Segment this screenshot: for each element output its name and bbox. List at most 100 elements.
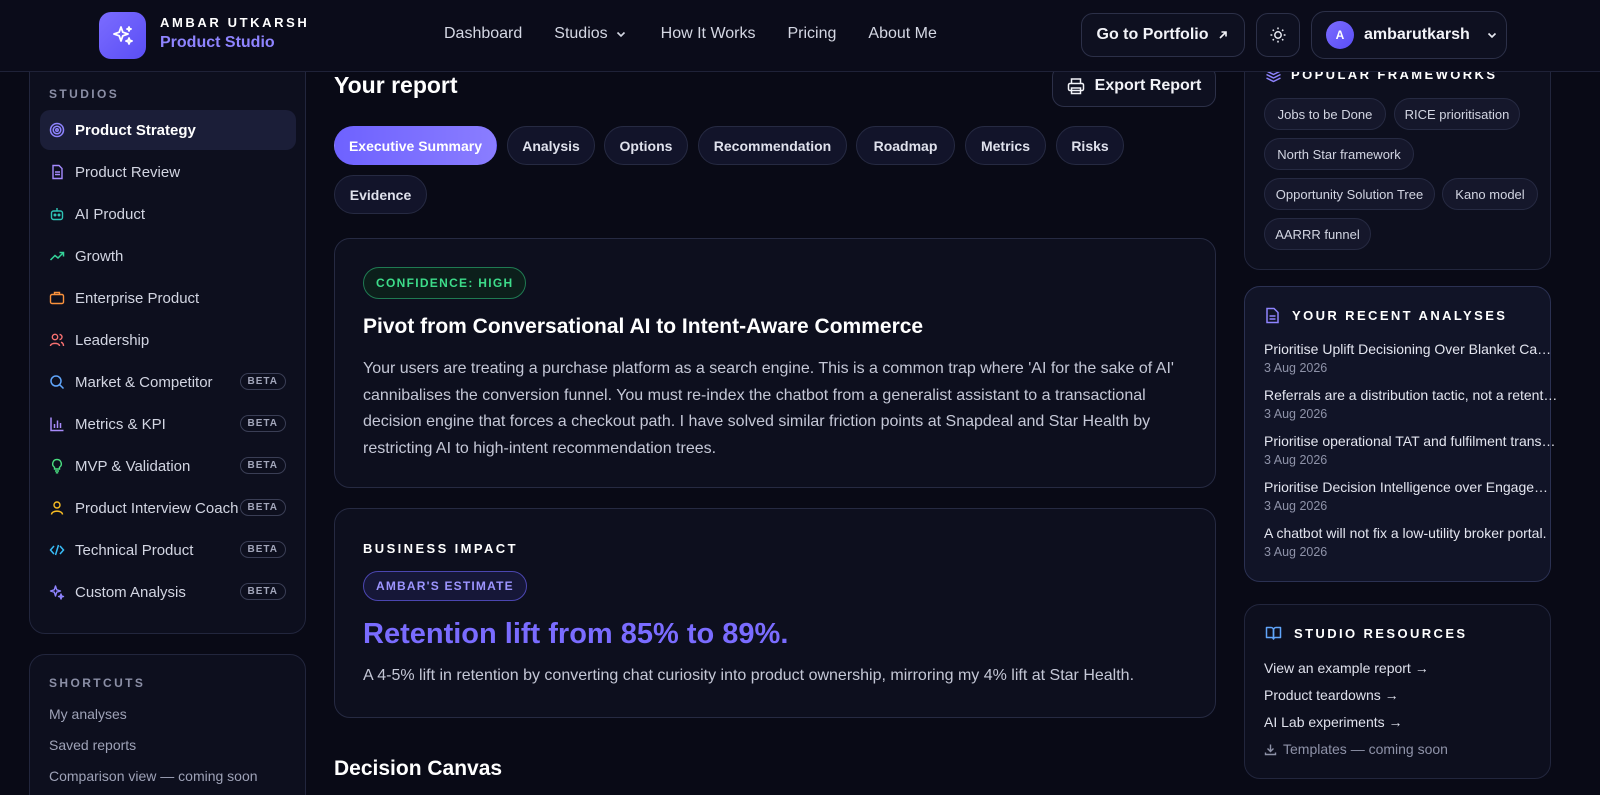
recent-analysis-title[interactable]: Prioritise Uplift Decisioning Over Blank… (1264, 341, 1558, 357)
recent-analyses-panel: YOUR RECENT ANALYSES Prioritise Uplift D… (1244, 286, 1558, 582)
resource-templates-coming-soon: Templates — coming soon (1264, 741, 1448, 757)
logo[interactable] (99, 12, 146, 59)
brand-name: AMBAR UTKARSH (160, 15, 310, 30)
go-to-portfolio-button[interactable]: Go to Portfolio (1081, 13, 1245, 57)
tab-analysis[interactable]: Analysis (507, 126, 595, 165)
beta-badge: BETA (239, 415, 286, 432)
sidebar-item-label: Growth (75, 247, 124, 265)
framework-pill[interactable]: Jobs to be Done (1264, 98, 1386, 130)
framework-pill[interactable]: AARRR funnel (1264, 218, 1371, 250)
sidebar-item-label: Enterprise Product (75, 289, 200, 307)
recent-analysis-date: 3 Aug 2026 (1264, 361, 1328, 375)
nav-how-it-works[interactable]: How It Works (661, 25, 756, 43)
brand-subtitle: Product Studio (160, 34, 275, 51)
decision-canvas-title: Decision Canvas (334, 757, 503, 780)
business-impact-card: BUSINESS IMPACT AMBAR'S ESTIMATE Retenti… (334, 508, 1216, 718)
bar-chart-icon (49, 416, 65, 432)
resource-link-product-teardowns[interactable]: Product teardowns → (1264, 687, 1399, 703)
recent-analysis-title[interactable]: Referrals are a distribution tactic, not… (1264, 387, 1558, 403)
sidebar-item-market-competitor[interactable]: Market & Competitor BETA (40, 362, 296, 402)
sun-icon (1270, 27, 1286, 43)
sidebar-item-ai-product[interactable]: AI Product (40, 194, 296, 234)
chevron-down-icon (1487, 32, 1496, 39)
tab-executive-summary[interactable]: Executive Summary (334, 126, 497, 165)
recent-analysis-title[interactable]: A chatbot will not fix a low-utility bro… (1264, 525, 1558, 541)
shortcut-comparison-view: Comparison view — coming soon (49, 768, 258, 784)
nav-studios[interactable]: Studios (554, 25, 626, 43)
studios-panel: STUDIOS Product Strategy Product Review … (29, 56, 306, 634)
resource-link-ai-lab[interactable]: AI Lab experiments → (1264, 714, 1403, 730)
sidebar-item-label: Metrics & KPI (75, 415, 166, 433)
document-icon (49, 164, 65, 180)
recent-analysis-title[interactable]: Prioritise operational TAT and fulfilmen… (1264, 433, 1558, 449)
sidebar-item-label: MVP & Validation (75, 457, 191, 475)
sidebar-item-label: AI Product (75, 205, 146, 223)
page-title: Your report (334, 72, 458, 98)
popular-frameworks-panel: POPULAR FRAMEWORKS Jobs to be Done RICE … (1244, 40, 1551, 270)
sidebar-item-growth[interactable]: Growth (40, 236, 296, 276)
nav-about-me[interactable]: About Me (868, 25, 936, 43)
sidebar-item-technical-product[interactable]: Technical Product BETA (40, 530, 296, 570)
sidebar-item-leadership[interactable]: Leadership (40, 320, 296, 360)
framework-pill[interactable]: Kano model (1442, 178, 1538, 210)
tab-evidence[interactable]: Evidence (334, 175, 427, 214)
templates-label: Templates — coming soon (1283, 741, 1448, 757)
sidebar-item-product-interview-coach[interactable]: Product Interview Coach BETA (40, 488, 296, 528)
lightbulb-icon (49, 458, 65, 474)
bot-icon (49, 206, 65, 222)
search-icon (49, 374, 65, 390)
sidebar-item-enterprise-product[interactable]: Enterprise Product (40, 278, 296, 318)
impact-body: A 4-5% lift in retention by converting c… (363, 667, 1135, 684)
tab-risks[interactable]: Risks (1056, 126, 1124, 165)
avatar: A (1326, 21, 1354, 49)
estimate-badge: AMBAR'S ESTIMATE (363, 571, 527, 601)
resource-link-example-report[interactable]: View an example report → (1264, 660, 1429, 676)
recent-analysis-date: 3 Aug 2026 (1264, 407, 1328, 421)
impact-heading: Retention lift from 85% to 89%. (363, 618, 789, 650)
recent-analyses-label: YOUR RECENT ANALYSES (1292, 308, 1508, 323)
user-icon (49, 500, 65, 516)
trending-up-icon (49, 248, 65, 264)
studio-resources-label: STUDIO RESOURCES (1294, 625, 1468, 641)
sidebar-item-product-strategy[interactable]: Product Strategy (40, 110, 296, 150)
shortcut-my-analyses[interactable]: My analyses (49, 706, 127, 722)
theme-toggle-button[interactable] (1256, 13, 1300, 57)
business-impact-label: BUSINESS IMPACT (363, 541, 518, 556)
document-icon (1266, 307, 1279, 324)
summary-heading: Pivot from Conversational AI to Intent-A… (363, 315, 924, 338)
main-nav: Dashboard Studios How It Works Pricing A… (444, 25, 937, 43)
sidebar-item-custom-analysis[interactable]: Custom Analysis BETA (40, 572, 296, 612)
tab-recommendation[interactable]: Recommendation (698, 126, 847, 165)
sidebar-item-metrics-kpi[interactable]: Metrics & KPI BETA (40, 404, 296, 444)
nav-pricing[interactable]: Pricing (787, 25, 836, 43)
beta-badge: BETA (239, 583, 286, 600)
sidebar-item-product-review[interactable]: Product Review (40, 152, 296, 192)
user-menu-button[interactable]: A ambarutkarsh (1311, 11, 1507, 59)
recent-analysis-title[interactable]: Prioritise Decision Intelligence over En… (1264, 479, 1558, 495)
framework-pill[interactable]: North Star framework (1264, 138, 1414, 170)
nav-studios-label: Studios (554, 25, 608, 42)
tab-roadmap[interactable]: Roadmap (856, 126, 955, 165)
tab-options[interactable]: Options (604, 126, 688, 165)
sidebar-item-label: Custom Analysis (75, 583, 186, 601)
sidebar-item-label: Technical Product (75, 541, 194, 559)
printer-icon (1067, 78, 1084, 95)
nav-dashboard[interactable]: Dashboard (444, 25, 522, 43)
framework-pill[interactable]: Opportunity Solution Tree (1264, 178, 1435, 210)
sidebar-item-label: Product Review (75, 163, 181, 181)
briefcase-icon (49, 290, 65, 306)
top-navigation-bar: AMBAR UTKARSH Product Studio Dashboard S… (0, 0, 1600, 72)
sparkles-icon (112, 25, 133, 45)
shortcut-saved-reports[interactable]: Saved reports (49, 737, 136, 753)
shortcuts-section-label: SHORTCUTS (49, 676, 146, 690)
sidebar-item-label: Product Strategy (75, 121, 196, 139)
summary-body: Your users are treating a purchase platf… (363, 360, 1174, 457)
sidebar-item-mvp-validation[interactable]: MVP & Validation BETA (40, 446, 296, 486)
recent-analysis-date: 3 Aug 2026 (1264, 545, 1328, 559)
tab-metrics[interactable]: Metrics (965, 126, 1046, 165)
sidebar-item-label: Leadership (75, 331, 150, 349)
framework-pill[interactable]: RICE prioritisation (1394, 98, 1520, 130)
executive-summary-card: CONFIDENCE: HIGH Pivot from Conversation… (334, 238, 1216, 488)
export-button-label: Export Report (1094, 77, 1202, 94)
portfolio-button-label: Go to Portfolio (1096, 26, 1209, 43)
